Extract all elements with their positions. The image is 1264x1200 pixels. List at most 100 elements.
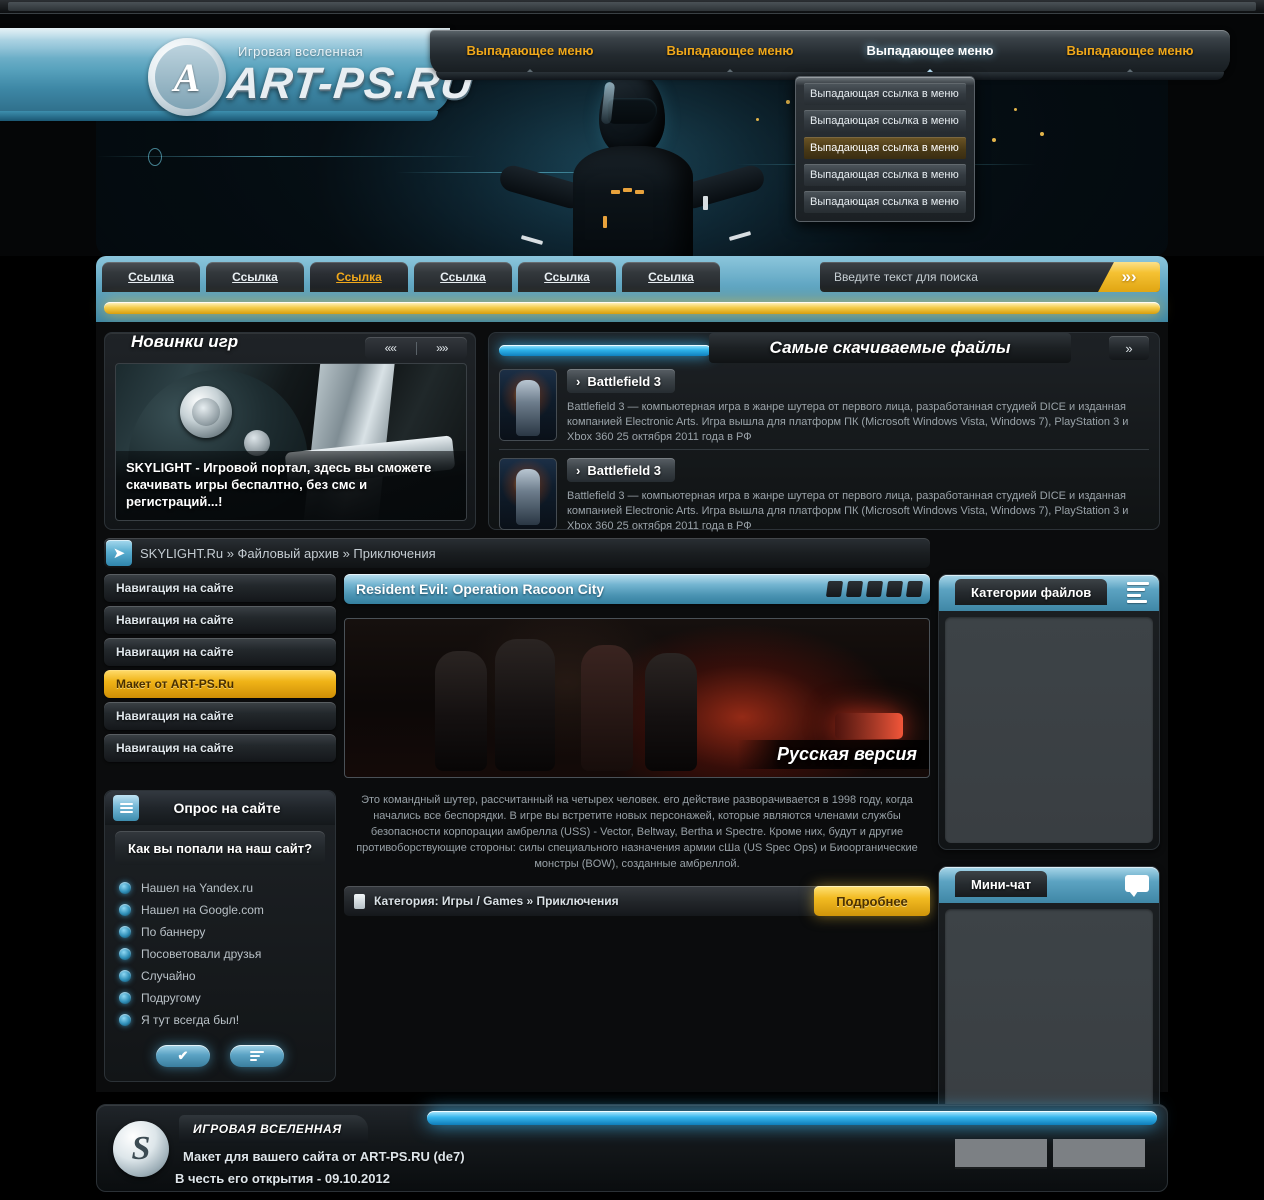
breadcrumb: ➤ SKYLIGHT.Ru » Файловый архив » Приключ… xyxy=(104,538,930,568)
download-thumbnail[interactable] xyxy=(499,369,557,441)
poll-header: Опрос на сайте xyxy=(105,791,335,825)
download-row-2: › Battlefield 3 Battlefield 3 — компьюте… xyxy=(499,449,1149,534)
dropdown-item-3[interactable]: Выпадающая ссылка в меню xyxy=(804,137,966,159)
site-logo-icon[interactable]: A xyxy=(148,38,226,116)
download-body: › Battlefield 3 Battlefield 3 — компьюте… xyxy=(567,458,1149,534)
tab-link-6[interactable]: Ссылка xyxy=(622,262,720,292)
sidebar-navigation: Навигация на сайте Навигация на сайте На… xyxy=(104,574,336,766)
topnav-item-3[interactable]: Выпадающее меню xyxy=(830,30,1030,70)
breadcrumb-text[interactable]: SKYLIGHT.Ru » Файловый архив » Приключен… xyxy=(140,546,436,561)
category-text[interactable]: Категория: Игры / Games » Приключения xyxy=(374,894,619,908)
article-title-bar: Resident Evil: Operation Racoon City xyxy=(344,574,930,604)
footer-glow-bar xyxy=(427,1111,1157,1125)
poll-list-icon xyxy=(113,795,139,821)
radio-icon[interactable] xyxy=(119,970,131,982)
sidebar-item-1[interactable]: Навигация на сайте xyxy=(104,574,336,602)
footer-tab-label: ИГРОВАЯ ВСЕЛЕННАЯ xyxy=(179,1115,368,1143)
sidebar-item-5[interactable]: Навигация на сайте xyxy=(104,702,336,730)
search-box: »› xyxy=(820,262,1160,292)
page-body: Новинки игр «« »» SKYLIGHT - Игровой пор… xyxy=(96,322,1168,1146)
more-details-button[interactable]: Подробнее xyxy=(814,886,930,916)
search-input[interactable] xyxy=(820,270,1098,284)
rating-blocks[interactable] xyxy=(825,581,924,597)
radio-icon[interactable] xyxy=(119,1014,131,1026)
footer-line-2: В честь его открытия - 09.10.2012 xyxy=(175,1171,390,1186)
radio-icon[interactable] xyxy=(119,948,131,960)
logo-glyph: A xyxy=(155,45,219,109)
tab-link-3[interactable]: Ссылка xyxy=(310,262,408,292)
dropdown-item-1[interactable]: Выпадающая ссылка в меню xyxy=(804,83,966,105)
counter-placeholder-1[interactable] xyxy=(955,1139,1047,1169)
poll-option-label: Нашел на Yandex.ru xyxy=(141,881,254,895)
new-games-next-button[interactable]: »» xyxy=(417,341,468,355)
rating-block[interactable] xyxy=(865,581,884,597)
topnav-item-4[interactable]: Выпадающее меню xyxy=(1030,30,1230,70)
sidebar-item-3[interactable]: Навигация на сайте xyxy=(104,638,336,666)
footer-logo-icon[interactable]: S xyxy=(113,1121,169,1177)
radio-icon[interactable] xyxy=(119,882,131,894)
poll-option-1[interactable]: Нашел на Yandex.ru xyxy=(119,877,264,899)
poll-option-label: Посоветовали друзья xyxy=(141,947,262,961)
poll-option-label: Случайно xyxy=(141,969,196,983)
rating-block[interactable] xyxy=(885,581,904,597)
poll-title: Опрос на сайте xyxy=(173,800,281,816)
rating-block[interactable] xyxy=(825,581,844,597)
sidebar-item-4-active[interactable]: Макет от ART-PS.Ru xyxy=(104,670,336,698)
hamburger-menu-icon[interactable] xyxy=(1127,582,1149,606)
download-title-2[interactable]: › Battlefield 3 xyxy=(567,458,676,482)
tab-link-2[interactable]: Ссылка xyxy=(206,262,304,292)
new-games-image[interactable]: SKYLIGHT - Игровой портал, здесь вы смож… xyxy=(115,363,467,521)
rating-block[interactable] xyxy=(845,581,864,597)
radio-icon[interactable] xyxy=(119,926,131,938)
topnav-item-2[interactable]: Выпадающее меню xyxy=(630,30,830,70)
radio-icon[interactable] xyxy=(119,992,131,1004)
mini-chat-title: Мини-чат xyxy=(955,871,1048,897)
chat-bubble-icon[interactable] xyxy=(1125,875,1149,897)
new-games-title: Новинки игр xyxy=(131,332,239,351)
top-nav-items: Выпадающее меню Выпадающее меню Выпадающ… xyxy=(430,30,1230,70)
poll-option-3[interactable]: По баннеру xyxy=(119,921,264,943)
tab-link-4[interactable]: Ссылка xyxy=(414,262,512,292)
sidebar-item-6[interactable]: Навигация на сайте xyxy=(104,734,336,762)
category-bar: Категория: Игры / Games » Приключения xyxy=(344,886,844,916)
poll-option-6[interactable]: Подругому xyxy=(119,987,264,1009)
poll-option-5[interactable]: Случайно xyxy=(119,965,264,987)
download-desc-2: Battlefield 3 — компьютерная игра в жанр… xyxy=(567,490,1129,532)
topnav-item-1[interactable]: Выпадающее меню xyxy=(430,30,630,70)
search-submit-button[interactable]: »› xyxy=(1098,262,1160,292)
figure-silhouette xyxy=(645,653,697,771)
downloads-progress-bar xyxy=(499,345,711,356)
download-thumbnail[interactable] xyxy=(499,458,557,530)
poll-option-4[interactable]: Посоветовали друзья xyxy=(119,943,264,965)
article-screenshot[interactable]: Русская версия xyxy=(344,618,930,778)
mini-chat-header: Мини-чат xyxy=(939,867,1159,903)
downloads-next-button[interactable]: » xyxy=(1109,336,1149,360)
download-body: › Battlefield 3 Battlefield 3 — компьюте… xyxy=(567,369,1149,445)
poll-option-7[interactable]: Я тут всегда был! xyxy=(119,1009,264,1031)
article-description: Это командный шутер, рассчитанный на чет… xyxy=(356,794,918,870)
dropdown-item-5[interactable]: Выпадающая ссылка в меню xyxy=(804,191,966,213)
new-games-panel: Новинки игр «« »» SKYLIGHT - Игровой пор… xyxy=(104,332,476,530)
right-sidebar: Категории файлов Мини-чат xyxy=(938,574,1160,1146)
file-categories-header: Категории файлов xyxy=(939,575,1159,611)
dropdown-item-4[interactable]: Выпадающая ссылка в меню xyxy=(804,164,966,186)
poll-option-label: По баннеру xyxy=(141,925,206,939)
site-header: A Игровая вселенная ART-PS.RU Выпадающее… xyxy=(0,14,1264,256)
poll-vote-button[interactable]: ✔ xyxy=(156,1045,210,1067)
arrow-right-icon[interactable]: ➤ xyxy=(106,540,132,566)
article-title[interactable]: Resident Evil: Operation Racoon City xyxy=(356,581,827,597)
radio-icon[interactable] xyxy=(119,904,131,916)
tab-link-5[interactable]: Ссылка xyxy=(518,262,616,292)
poll-option-2[interactable]: Нашел на Google.com xyxy=(119,899,264,921)
sidebar-item-2[interactable]: Навигация на сайте xyxy=(104,606,336,634)
counter-placeholder-2[interactable] xyxy=(1053,1139,1145,1169)
rating-block[interactable] xyxy=(905,581,924,597)
new-games-prev-button[interactable]: «« xyxy=(365,341,416,355)
download-title-1[interactable]: › Battlefield 3 xyxy=(567,369,676,393)
tab-link-1[interactable]: Ссылка xyxy=(102,262,200,292)
file-categories-body[interactable] xyxy=(945,617,1153,843)
dropdown-item-2[interactable]: Выпадающая ссылка в меню xyxy=(804,110,966,132)
download-row-1: › Battlefield 3 Battlefield 3 — компьюте… xyxy=(499,369,1149,445)
poll-options: Нашел на Yandex.ru Нашел на Google.com П… xyxy=(119,877,264,1031)
poll-results-button[interactable] xyxy=(230,1045,284,1067)
